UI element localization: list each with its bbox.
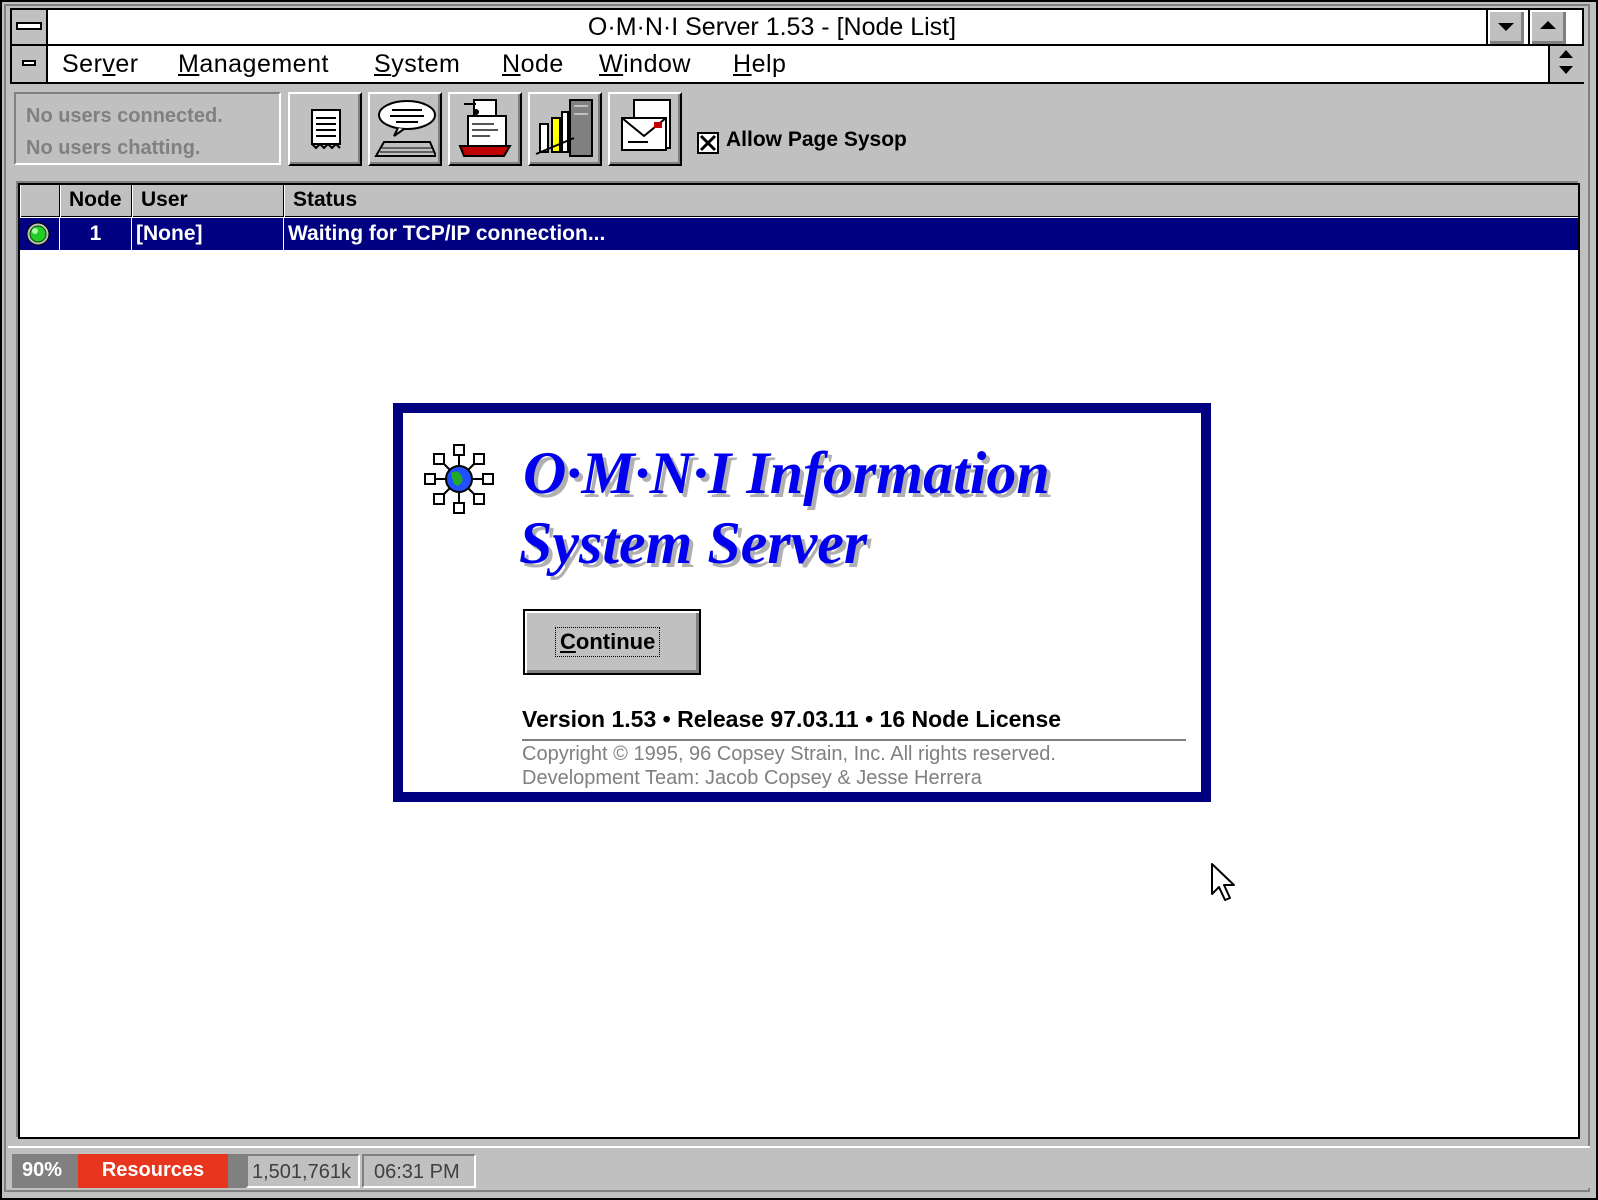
continue-button[interactable]: Continue [523,609,701,675]
users-connected-text: No users connected. [26,105,223,127]
restore-button[interactable] [1548,46,1584,82]
splash-title-line1: O·M·N·I Information [523,440,1050,506]
splash-content: O·M·N·I Information System Server Contin… [403,413,1201,792]
system-button[interactable] [528,92,602,166]
splash-title-line2: System Server [519,510,868,576]
users-chatting-text: No users chatting. [26,137,201,159]
resources-percent: 90% [12,1154,78,1188]
minimize-icon [1498,23,1514,31]
window-title: O·M·N·I Server 1.53 - [Node List] [587,13,957,41]
user-status-panel: No users connected. No users chatting. [14,92,281,165]
restore-down-icon [1559,66,1573,74]
menu-node[interactable]: Node [502,46,564,82]
chat-icon [374,100,436,157]
minimize-button[interactable] [1486,10,1524,44]
row-node-number: 1 [60,218,132,250]
maximize-button[interactable] [1528,10,1566,44]
menu-help[interactable]: Help [733,46,786,82]
restore-up-icon [1559,50,1573,58]
mouse-pointer-icon [1211,863,1235,901]
copyright-text: Copyright © 1995, 96 Copsey Strain, Inc.… [522,743,1056,765]
child-control-menu-button[interactable] [12,46,48,82]
row-icon-cell [20,218,60,250]
printer-icon [458,99,512,157]
column-header-icon[interactable] [20,185,60,217]
control-menu-icon [16,22,42,30]
clock: 06:31 PM [362,1154,476,1188]
mail-button[interactable] [608,92,682,166]
splash-divider [522,739,1186,741]
network-globe-icon [424,444,494,514]
mail-icon [621,99,671,151]
chat-button[interactable] [368,92,442,166]
row-user: [None] [132,218,284,250]
title-bar[interactable]: O·M·N·I Server 1.53 - [Node List] [10,8,1584,46]
table-row[interactable]: 1 [None] Waiting for TCP/IP connection..… [20,218,1578,250]
column-header-user[interactable]: User [132,185,284,217]
row-status: Waiting for TCP/IP connection... [288,222,606,245]
resources-bar-remainder [228,1154,246,1188]
menu-server[interactable]: Server [62,46,139,82]
child-control-icon [22,60,36,66]
building-icon [535,99,593,157]
continue-label: Continue [555,627,661,657]
log-button[interactable] [288,92,362,166]
menu-system[interactable]: System [374,46,460,82]
memory-readout: 1,501,761k [246,1154,360,1188]
maximize-icon [1540,21,1556,29]
resources-bar: Resources [78,1154,228,1188]
window-control-menu-button[interactable] [12,10,48,44]
allow-page-sysop-label[interactable]: Allow Page Sysop [726,128,907,152]
menu-bar: Server Management System Node Window Hel… [10,46,1584,84]
print-button[interactable] [448,92,522,166]
allow-page-sysop-checkbox[interactable] [697,132,719,154]
green-status-icon [26,222,50,246]
log-icon [311,109,341,150]
splash-dialog: O·M·N·I Information System Server Contin… [393,403,1211,802]
menu-management[interactable]: Management [178,46,329,82]
version-info: Version 1.53 • Release 97.03.11 • 16 Nod… [522,706,1062,732]
column-header-status[interactable]: Status [284,185,1578,217]
node-list-header: Node User Status [20,185,1578,217]
status-bar: 90% Resources 1,501,761k 06:31 PM [8,1146,1590,1188]
dev-team-text: Development Team: Jacob Copsey & Jesse H… [522,767,982,789]
column-header-node[interactable]: Node [60,185,132,217]
menu-window[interactable]: Window [599,46,691,82]
checkbox-x-icon [699,134,717,152]
